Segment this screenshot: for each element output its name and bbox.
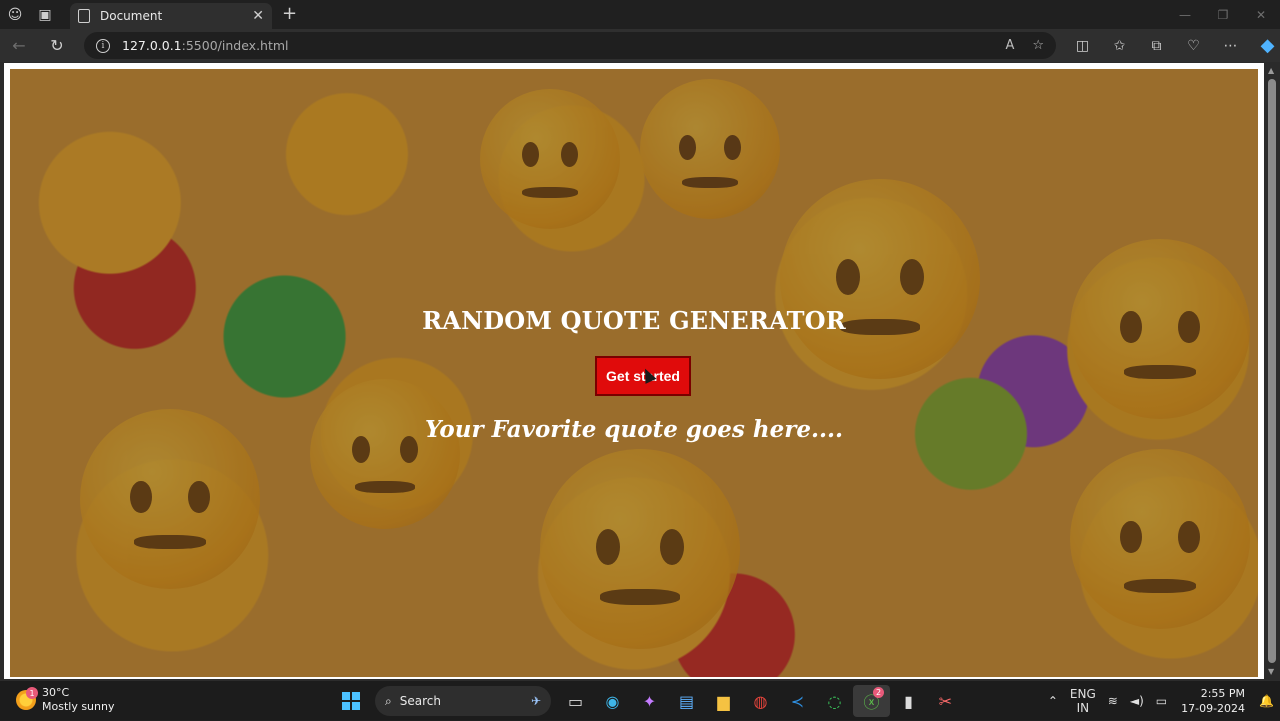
sun-icon: 1 [16,687,38,710]
split-screen-icon[interactable]: ◫ [1064,29,1101,62]
new-tab-icon[interactable]: + [282,3,297,24]
clock-date: 17-09-2024 [1181,702,1246,715]
quote-text: Your Favorite quote goes here.... [425,416,843,443]
url-host: 127.0.0.1 [122,38,182,53]
lang-bottom: IN [1076,701,1090,715]
scrollbar-thumb[interactable] [1268,79,1276,663]
more-options-icon[interactable]: ⋯ [1212,29,1249,62]
profile-icon[interactable]: ☺ [0,0,30,29]
clock-time: 2:55 PM [1200,687,1246,700]
weather-widget[interactable]: 1 30°C Mostly sunny [16,686,114,714]
language-indicator[interactable]: ENG IN [1064,687,1102,715]
xbox-badge: 2 [873,687,884,698]
address-bar[interactable]: i 127.0.0.1:5500/index.html A ☆ [84,32,1056,59]
page-scrollbar[interactable]: ▲ ▼ [1265,63,1280,679]
tray-overflow-icon[interactable]: ⌃ [1042,694,1064,708]
copilot-icon[interactable]: ◆ [1249,29,1280,62]
page-title: RANDOM QUOTE GENERATOR [422,306,846,335]
taskbar: 1 30°C Mostly sunny ⌕ Search ✈ ▭ ◉ ✦ ▤ ▆… [0,680,1280,720]
windows-logo-icon [341,692,360,710]
whatsapp-icon[interactable]: ◌ [816,685,853,717]
scroll-down-icon[interactable]: ▼ [1268,667,1274,676]
collections-icon[interactable]: ⧉ [1138,29,1175,62]
taskbar-apps: ⌕ Search ✈ ▭ ◉ ✦ ▤ ▆ ◍ ≺ ◌ ⓧ 2 ▮ ✂ [332,685,964,717]
terminal-icon[interactable]: ▮ [890,685,927,717]
vscode-icon[interactable]: ≺ [779,685,816,717]
weather-badge: 1 [26,687,38,699]
notepad-icon[interactable]: ▤ [668,685,705,717]
system-tray: ⌃ ENG IN ≋ ◄) ▭ 2:55 PM 17-09-2024 🔔 [1042,681,1280,721]
url-path: :5500/index.html [181,38,289,53]
taskbar-search[interactable]: ⌕ Search ✈ [375,686,551,716]
xbox-icon[interactable]: ⓧ 2 [853,685,890,717]
copilot-app-icon[interactable]: ✦ [631,685,668,717]
search-label: Search [399,694,441,708]
volume-icon[interactable]: ◄) [1124,694,1150,708]
notifications-icon[interactable]: 🔔 [1253,694,1280,708]
start-button[interactable] [332,685,369,717]
browser-essentials-icon[interactable]: ♡ [1175,29,1212,62]
weather-desc: Mostly sunny [42,700,115,713]
weather-temp: 30°C [42,686,70,699]
toolbar-right: ◫ ✩ ⧉ ♡ ⋯ ◆ [1064,29,1280,62]
clock[interactable]: 2:55 PM 17-09-2024 [1173,686,1253,716]
lang-top: ENG [1069,687,1096,701]
quote-generator: RANDOM QUOTE GENERATOR Get started Your … [10,69,1258,677]
tab-bar: ☺ ▣ Document ✕ + — ❐ ✕ [0,0,1280,29]
maximize-icon[interactable]: ❐ [1204,0,1242,29]
browser-window: ☺ ▣ Document ✕ + — ❐ ✕ ← ↻ i 127.0.0.1:5… [0,0,1280,680]
tab-document[interactable]: Document ✕ [70,3,272,29]
address-bar-actions: A ☆ [1005,38,1044,53]
battery-icon[interactable]: ▭ [1150,694,1173,708]
refresh-icon[interactable]: ↻ [38,29,76,62]
favorite-star-icon[interactable]: ☆ [1032,38,1044,53]
tab-title: Document [100,9,163,23]
close-tab-icon[interactable]: ✕ [252,8,264,24]
close-window-icon[interactable]: ✕ [1242,0,1280,29]
snipping-tool-icon[interactable]: ✂ [927,685,964,717]
edge-icon[interactable]: ◉ [594,685,631,717]
read-aloud-icon[interactable]: A [1005,38,1014,53]
search-icon: ⌕ [385,693,392,708]
scroll-up-icon[interactable]: ▲ [1268,66,1274,75]
document-icon [78,9,90,23]
back-icon[interactable]: ← [0,29,38,62]
info-icon[interactable]: i [96,38,110,53]
file-explorer-icon[interactable]: ▆ [705,685,742,717]
search-highlight-icon: ✈ [530,694,541,708]
browser-toolbar: ← ↻ i 127.0.0.1:5500/index.html A ☆ ◫ ✩ … [0,29,1280,62]
tab-actions-icon[interactable]: ▣ [30,0,60,29]
page-viewport: RANDOM QUOTE GENERATOR Get started Your … [4,63,1264,679]
minimize-icon[interactable]: — [1166,0,1204,29]
wifi-icon[interactable]: ≋ [1102,694,1124,708]
window-controls: — ❐ ✕ [1166,0,1280,29]
chrome-icon[interactable]: ◍ [742,685,779,717]
task-view-icon[interactable]: ▭ [557,685,594,717]
favorites-icon[interactable]: ✩ [1101,29,1138,62]
